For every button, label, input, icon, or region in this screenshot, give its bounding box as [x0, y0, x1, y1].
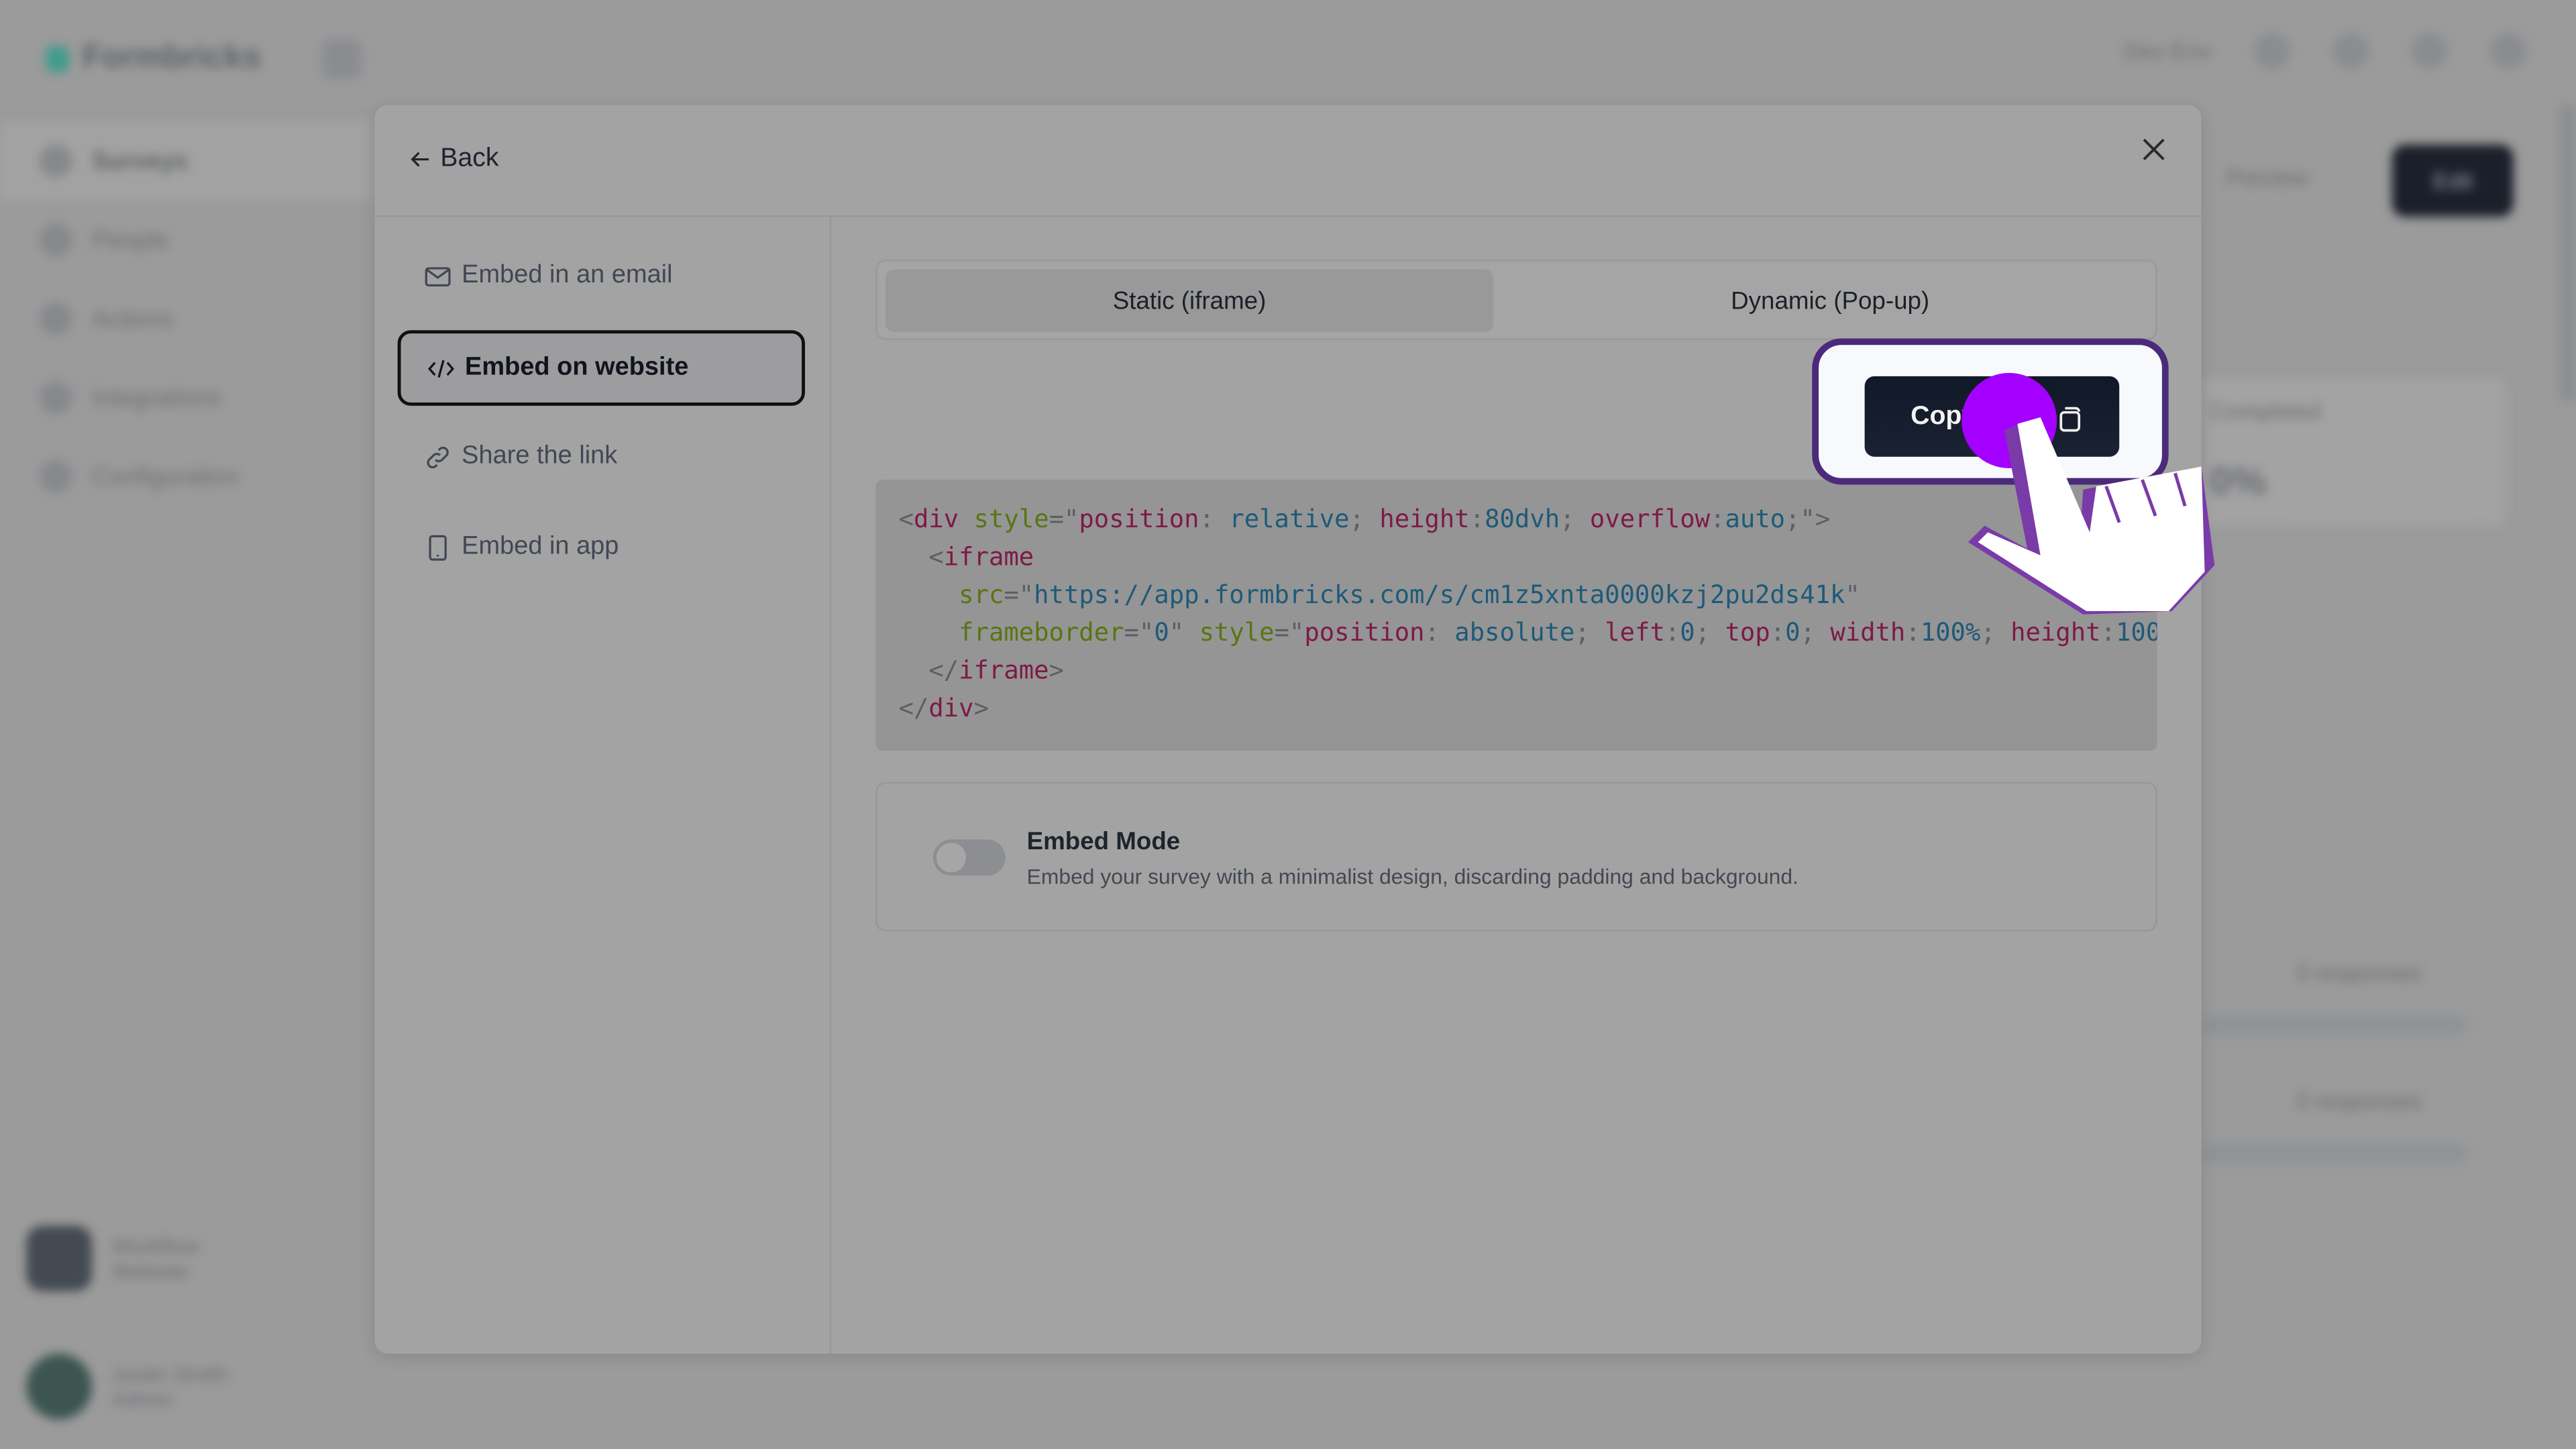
code-token: ="	[1049, 504, 1079, 534]
code-token: width	[1830, 617, 1906, 647]
code-token: overflow	[1589, 504, 1711, 534]
sidebar-item-integrations: Integrations	[0, 358, 374, 437]
code-token: ="	[1004, 580, 1034, 610]
code-token: 0	[1680, 617, 1695, 647]
sidebar-item-people: People	[0, 201, 374, 280]
code-token: https://app.formbricks.com/s/cm1z5xnta00…	[1034, 580, 1845, 610]
tab-dynamic-popup[interactable]: Dynamic (Pop-up)	[1526, 270, 2134, 332]
code-token: frameborder	[959, 617, 1124, 647]
code-token: height	[1379, 504, 1470, 534]
code-token: auto	[1725, 504, 1786, 534]
scrollbar	[2559, 105, 2576, 401]
code-token: div	[914, 504, 959, 534]
code-token: position	[1079, 504, 1199, 534]
nav-embed-email[interactable]: Embed in an email	[398, 238, 805, 314]
code-token: style	[973, 504, 1049, 534]
share-options-nav: Embed in an email Embed on website Share…	[374, 215, 832, 1354]
code-token: <	[898, 542, 944, 572]
code-token: </	[898, 655, 959, 686]
code-token: ;">	[1785, 504, 1831, 534]
share-modal: Back Embed in an email Embed on website …	[374, 105, 2202, 1354]
nav-embed-app[interactable]: Embed in app	[398, 509, 805, 585]
close-button[interactable]	[2136, 131, 2172, 168]
code-line: </iframe>	[899, 652, 2157, 690]
logo-icon	[46, 45, 69, 72]
code-token: left	[1605, 617, 1665, 647]
mail-icon	[425, 266, 451, 286]
embed-mode-description: Embed your survey with a minimalist desi…	[1026, 864, 1799, 889]
code-token: :	[1770, 617, 1786, 647]
brand-logo: Formbricks	[46, 40, 261, 77]
code-token: relative	[1229, 504, 1350, 534]
code-token: <	[898, 504, 914, 534]
sidebar-item-configuration: Configuration	[0, 437, 374, 516]
code-token: ="	[1124, 617, 1155, 647]
code-token: :	[1710, 504, 1725, 534]
code-token: :	[1199, 504, 1230, 534]
user-menu: Justin Smith Admin	[26, 1353, 355, 1419]
smartphone-icon	[429, 534, 447, 560]
nav-share-link[interactable]: Share the link	[398, 419, 805, 494]
code-token: 80dvh	[1485, 504, 1560, 534]
code-token: ;	[1695, 617, 1725, 647]
arrow-left-icon	[411, 152, 429, 167]
code-token: style	[1199, 617, 1275, 647]
code-token: ;	[1574, 617, 1605, 647]
code-token: 0	[1154, 617, 1169, 647]
code-token: position	[1304, 617, 1425, 647]
code-token: ;	[1349, 504, 1380, 534]
project-switcher: Workflow Website	[26, 1225, 355, 1291]
edit-button: Edit	[2392, 144, 2514, 217]
code-token: ;	[1560, 504, 1590, 534]
x-icon	[2143, 138, 2165, 160]
preview-button: Preview	[2226, 164, 2308, 191]
code-token: :	[1469, 504, 1485, 534]
code-token: >	[973, 693, 989, 723]
code-token: iframe	[959, 655, 1049, 686]
code-token: div	[928, 693, 974, 723]
code-line: </div>	[899, 690, 2157, 728]
sidebar-item-surveys: Surveys	[0, 121, 375, 201]
link-icon	[427, 445, 449, 468]
sidebar: Surveys People Actions Integrations Conf…	[0, 121, 375, 516]
code-token: iframe	[943, 542, 1034, 572]
nav-embed-website[interactable]: Embed on website	[397, 330, 806, 406]
embed-mode-title: Embed Mode	[1026, 828, 1181, 856]
code-token: absolute	[1454, 617, 1575, 647]
code-token: "	[1845, 580, 1860, 610]
code-token: src	[959, 580, 1004, 610]
code-icon	[428, 359, 455, 377]
sidebar-item-actions: Actions	[0, 279, 374, 358]
code-token: top	[1725, 617, 1770, 647]
back-button[interactable]: Back	[411, 145, 498, 174]
code-token: ;	[1800, 617, 1831, 647]
code-token: >	[1049, 655, 1064, 686]
code-token: "	[1169, 617, 1199, 647]
modal-header: Back	[374, 105, 2202, 217]
embed-mode-card: Embed Mode Embed your survey with a mini…	[875, 782, 2157, 932]
code-token: ="	[1274, 617, 1305, 647]
embed-mode-toggle[interactable]	[933, 839, 1006, 876]
code-token: :	[1664, 617, 1680, 647]
code-token: 0	[1785, 617, 1801, 647]
embed-type-tabs: Static (iframe) Dynamic (Pop-up)	[875, 259, 2157, 340]
code-token: </	[898, 693, 929, 723]
code-token: :	[1905, 617, 1921, 647]
top-bar: Dev Env	[2125, 32, 2527, 69]
pointing-hand-cursor-icon	[1968, 417, 2215, 614]
code-token: :	[1424, 617, 1455, 647]
tab-static-iframe[interactable]: Static (iframe)	[885, 269, 1494, 332]
sidebar-toggle-icon	[322, 39, 362, 79]
